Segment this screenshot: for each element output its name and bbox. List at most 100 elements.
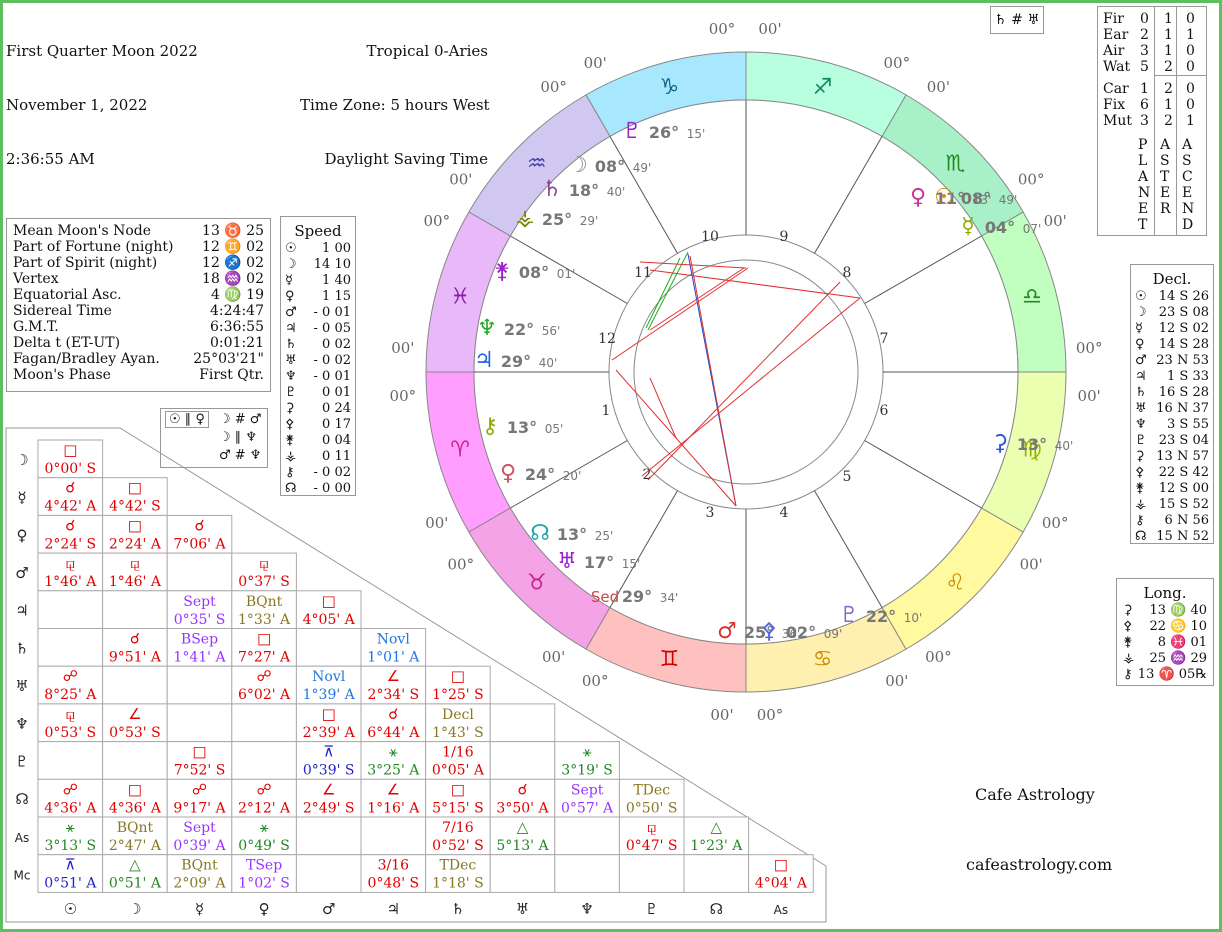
aspect-row-label: ♃ xyxy=(15,602,28,620)
aspect-symbol: ⚹ xyxy=(583,743,592,761)
aspect-row-label: ♂ xyxy=(15,564,28,582)
aspect-symbol: ⚼ xyxy=(65,705,75,723)
aspect-cell xyxy=(37,741,104,780)
aspect-symbol: Sept xyxy=(571,782,604,798)
aspect-symbol: ☍ xyxy=(256,667,271,685)
aspect-cell xyxy=(295,854,362,893)
aspect-cell xyxy=(231,703,297,743)
aspect-orb: 3°13' S xyxy=(44,838,96,854)
aspect-orb: 4°42' S xyxy=(109,499,161,515)
aspect-orb: 1°16' A xyxy=(367,800,420,816)
aspect-orb: 0°51' A xyxy=(109,876,162,892)
aspect-cell xyxy=(618,854,685,893)
aspect-cell xyxy=(166,552,233,592)
aspect-symbol: ∠ xyxy=(322,780,335,798)
aspect-cell xyxy=(360,816,427,856)
aspect-orb: 4°05' A xyxy=(303,612,356,628)
aspect-symbol: ⚼ xyxy=(65,554,75,572)
aspect-orb: 2°24' S xyxy=(44,536,96,552)
aspect-symbol: □ xyxy=(451,780,465,798)
aspect-symbol: TDec xyxy=(440,858,477,874)
aspect-symbol: BQnt xyxy=(181,858,218,874)
aspect-symbol: ∠ xyxy=(387,667,400,685)
aspect-symbol: 1/16 xyxy=(442,745,474,761)
aspect-orb: 1°18' S xyxy=(432,876,484,892)
aspect-symbol: ☌ xyxy=(65,516,75,534)
aspect-row-label: ♅ xyxy=(15,677,28,695)
aspect-orb: 2°47' A xyxy=(109,838,162,854)
aspect-row-label: As xyxy=(15,831,29,845)
aspect-symbol: BSep xyxy=(181,632,218,648)
aspect-orb: 4°36' A xyxy=(44,800,97,816)
aspect-symbol: ☌ xyxy=(517,780,527,798)
aspect-grid: ☽☿♀♂♃♄♅♆♇☊AsMc☉ ☽ ☿ ♀ ♂ ♃ ♄ ♅ ♆ ♇ ☊ As□0°00' S☌4°42… xyxy=(5,427,827,923)
aspect-symbol: ∠ xyxy=(128,705,141,723)
aspect-symbol: ⚼ xyxy=(130,554,140,572)
aspect-col-label: ♀ xyxy=(259,900,270,918)
aspect-orb: 8°25' A xyxy=(44,687,97,703)
aspect-orb: 0°39' S xyxy=(303,763,355,779)
aspect-orb: 1°33' A xyxy=(238,612,291,628)
aspect-symbol: □ xyxy=(128,780,142,798)
aspect-cell xyxy=(166,665,233,705)
aspect-symbol: Sept xyxy=(183,594,216,610)
aspect-orb: 4°42' A xyxy=(44,499,97,515)
aspect-symbol: ☍ xyxy=(256,780,271,798)
aspect-symbol: ☌ xyxy=(65,479,75,497)
aspect-orb: 0°57' A xyxy=(561,800,614,816)
aspect-orb: 7°52' S xyxy=(174,763,226,779)
aspect-cell xyxy=(489,741,556,780)
aspect-symbol: ⚹ xyxy=(66,818,75,836)
aspect-orb: 1°43' S xyxy=(432,725,484,741)
aspect-symbol: □ xyxy=(128,516,142,534)
aspect-orb: 6°44' A xyxy=(367,725,420,741)
aspect-orb: 7°06' A xyxy=(173,536,226,552)
aspect-col-label: ☽ xyxy=(128,900,141,918)
aspect-orb: 0°50' S xyxy=(626,800,678,816)
aspect-orb: 0°53' S xyxy=(109,725,161,741)
aspect-col-label: As xyxy=(774,903,788,917)
aspect-orb: 6°02' A xyxy=(238,687,291,703)
aspect-row-label: ♄ xyxy=(15,639,28,657)
aspect-row-label: ☽ xyxy=(15,451,28,469)
aspect-orb: 2°12' A xyxy=(238,800,291,816)
aspect-row-label: ☊ xyxy=(15,790,28,808)
aspect-cell xyxy=(37,628,104,667)
aspect-col-label: ☿ xyxy=(195,900,204,918)
aspect-orb: 2°24' A xyxy=(109,536,162,552)
aspect-orb: 0°39' A xyxy=(173,838,226,854)
aspect-orb: 1°39' A xyxy=(303,687,356,703)
aspect-symbol: ⊼ xyxy=(323,743,334,761)
aspect-orb: 9°17' A xyxy=(173,800,226,816)
aspect-cell xyxy=(102,741,168,780)
aspect-symbol: □ xyxy=(63,441,77,459)
aspect-orb: 1°01' A xyxy=(367,650,420,666)
aspect-orb: 5°13' A xyxy=(496,838,549,854)
aspect-symbol: △ xyxy=(711,818,723,836)
aspect-col-label: ♆ xyxy=(580,900,593,918)
aspect-row-label: ☿ xyxy=(17,489,26,507)
aspect-cell xyxy=(295,628,362,667)
aspect-orb: 3°19' S xyxy=(561,763,613,779)
aspect-col-label: ♅ xyxy=(516,900,529,918)
aspect-orb: 0°49' S xyxy=(238,838,290,854)
aspect-symbol: TSep xyxy=(246,858,282,874)
aspect-symbol: □ xyxy=(774,856,788,874)
aspect-orb: 0°00' S xyxy=(44,461,96,477)
aspect-cell xyxy=(489,854,556,893)
aspect-symbol: BQnt xyxy=(246,594,283,610)
aspect-symbol: 3/16 xyxy=(378,858,410,874)
aspect-symbol: ∠ xyxy=(387,780,400,798)
aspect-symbol: ⚹ xyxy=(389,743,398,761)
aspect-orb: 1°02' S xyxy=(238,876,290,892)
aspect-row-label: ♀ xyxy=(17,526,28,544)
aspect-symbol: △ xyxy=(517,818,529,836)
aspect-cell xyxy=(102,590,168,629)
aspect-orb: 9°51' A xyxy=(109,650,162,666)
aspect-symbol: ⚹ xyxy=(260,818,269,836)
aspect-symbol: 7/16 xyxy=(442,820,474,836)
aspect-row-label: Mc xyxy=(14,869,31,883)
aspect-col-label: ♇ xyxy=(645,900,658,918)
aspect-orb: 0°37' S xyxy=(238,574,290,590)
aspect-orb: 4°36' A xyxy=(109,800,162,816)
